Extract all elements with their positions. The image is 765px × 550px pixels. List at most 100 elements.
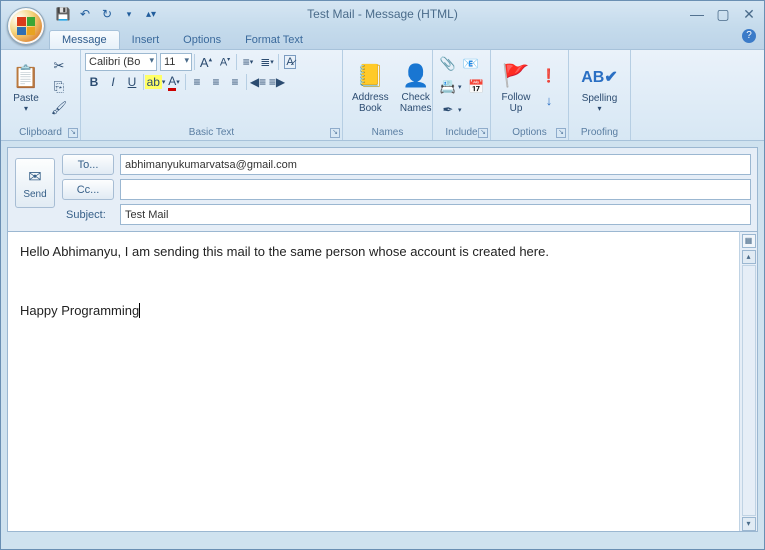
save-icon[interactable]: 💾 — [53, 4, 73, 24]
bullets-button[interactable]: ≡▾ — [239, 53, 257, 71]
outdent-icon: ◀≡ — [250, 75, 266, 89]
group-label-names: Names — [347, 127, 428, 139]
to-field[interactable] — [120, 154, 751, 175]
close-button[interactable]: ✕ — [740, 6, 758, 23]
cc-button[interactable]: Cc... — [62, 179, 114, 200]
body-line: Hello Abhimanyu, I am sending this mail … — [20, 242, 727, 262]
message-header: ✉ Send To... Cc... Subject: — [8, 148, 757, 231]
bold-button[interactable]: B — [85, 73, 103, 91]
signature-icon: ✒ — [440, 102, 456, 118]
office-button[interactable] — [7, 7, 45, 45]
clipboard-icon: 📋 — [10, 61, 42, 93]
cc-field[interactable] — [120, 179, 751, 200]
title-bar: 💾 ↶ ↻ ▾ ▴▾ Test Mail - Message (HTML) — … — [1, 1, 764, 27]
align-center-button[interactable]: ≡ — [207, 73, 225, 91]
font-name-combo[interactable]: Calibri (Bo — [85, 53, 157, 71]
clear-formatting-button[interactable]: A̷ — [281, 53, 299, 71]
business-card-button[interactable]: 📇▾ — [437, 77, 465, 97]
envelope-icon: ✉ — [28, 167, 41, 187]
group-label-proofing: Proofing — [573, 127, 626, 139]
calendar-button[interactable]: 📅 — [466, 77, 488, 97]
check-names-label: Check Names — [400, 92, 432, 114]
include-dialog-launcher[interactable]: ↘ — [478, 128, 488, 138]
ribbon: 📋 Paste ▾ ✂ ⎘ 🖌 Clipboard ↘ Calibri (Bo … — [1, 49, 764, 141]
signature-button[interactable]: ✒▾ — [437, 100, 465, 120]
scroll-down-button[interactable]: ▾ — [742, 517, 756, 531]
attach-item-button[interactable]: 📧 — [460, 54, 482, 74]
chevron-down-icon: ▾ — [597, 104, 601, 113]
highlight-button[interactable]: ab▾ — [146, 73, 164, 91]
message-body[interactable]: Hello Abhimanyu, I am sending this mail … — [8, 231, 739, 531]
card-icon: 📇 — [440, 79, 456, 95]
group-label-options: Options — [495, 127, 564, 139]
low-importance-button[interactable]: ↓ — [538, 90, 560, 110]
follow-up-button[interactable]: 🚩 Follow Up — [495, 57, 537, 117]
send-button[interactable]: ✉ Send — [15, 158, 55, 208]
tab-message[interactable]: Message — [49, 30, 120, 49]
numbering-button[interactable]: ≣▾ — [258, 53, 276, 71]
window-controls: — ▢ ✕ — [688, 6, 758, 23]
redo-icon[interactable]: ↻ — [97, 4, 117, 24]
grow-font-icon: A▴ — [200, 55, 212, 70]
vertical-scrollbar[interactable]: ▦ ▴ ▾ — [739, 231, 757, 531]
group-label-basic-text: Basic Text — [85, 127, 338, 139]
attach-item-icon: 📧 — [463, 56, 479, 72]
high-importance-icon: ❗ — [541, 68, 557, 84]
shrink-font-button[interactable]: A▾ — [216, 53, 234, 71]
body-line: Happy Programming — [20, 303, 139, 318]
copy-button[interactable]: ⎘ — [48, 77, 70, 97]
group-names: 📒 Address Book 👤 Check Names Names — [343, 50, 433, 140]
maximize-button[interactable]: ▢ — [714, 6, 732, 23]
options-dialog-launcher[interactable]: ↘ — [556, 128, 566, 138]
tab-insert[interactable]: Insert — [120, 31, 172, 49]
copy-icon: ⎘ — [51, 79, 67, 95]
tab-options[interactable]: Options — [171, 31, 233, 49]
underline-button[interactable]: U — [123, 73, 141, 91]
cut-button[interactable]: ✂ — [48, 56, 70, 76]
italic-button[interactable]: I — [104, 73, 122, 91]
paste-button[interactable]: 📋 Paste ▾ — [5, 58, 47, 116]
group-basic-text: Calibri (Bo 11 A▴ A▾ ≡▾ ≣▾ A̷ B I U ab▾ … — [81, 50, 343, 140]
basic-text-dialog-launcher[interactable]: ↘ — [330, 128, 340, 138]
shrink-font-icon: A▾ — [220, 56, 230, 69]
clipboard-dialog-launcher[interactable]: ↘ — [68, 128, 78, 138]
font-color-button[interactable]: A▾ — [165, 73, 183, 91]
address-book-label: Address Book — [352, 92, 389, 114]
message-area: ✉ Send To... Cc... Subject: Hello Abhima… — [7, 147, 758, 532]
tab-format-text[interactable]: Format Text — [233, 31, 315, 49]
underline-icon: U — [128, 75, 137, 89]
scissors-icon: ✂ — [51, 58, 67, 74]
format-painter-button[interactable]: 🖌 — [48, 98, 70, 118]
minimize-button[interactable]: — — [688, 6, 706, 22]
help-icon[interactable]: ? — [742, 29, 756, 43]
grow-font-button[interactable]: A▴ — [197, 53, 215, 71]
high-importance-button[interactable]: ❗ — [538, 66, 560, 86]
send-label: Send — [23, 189, 46, 200]
increase-indent-button[interactable]: ≡▶ — [268, 73, 286, 91]
next-prev-icon[interactable]: ▴▾ — [141, 4, 161, 24]
address-book-button[interactable]: 📒 Address Book — [347, 57, 394, 117]
to-button[interactable]: To... — [62, 154, 114, 175]
ruler-toggle[interactable]: ▦ — [742, 234, 756, 248]
check-names-icon: 👤 — [400, 60, 432, 92]
font-size-combo[interactable]: 11 — [160, 53, 192, 71]
attach-file-button[interactable]: 📎 — [437, 54, 459, 74]
window-title: Test Mail - Message (HTML) — [307, 7, 458, 21]
group-include: 📎 📧 📇▾ 📅 ✒▾ Include ↘ — [433, 50, 491, 140]
align-left-button[interactable]: ≡ — [188, 73, 206, 91]
qat-dropdown-icon[interactable]: ▾ — [119, 4, 139, 24]
group-options: 🚩 Follow Up ❗ ↓ Options ↘ — [491, 50, 569, 140]
spelling-button[interactable]: AB✔ Spelling ▾ — [577, 58, 623, 116]
eraser-icon: A̷ — [284, 55, 295, 69]
undo-icon[interactable]: ↶ — [75, 4, 95, 24]
paste-label: Paste — [13, 93, 39, 104]
align-left-icon: ≡ — [193, 75, 200, 89]
bullets-icon: ≡ — [243, 55, 250, 69]
flag-icon: 🚩 — [500, 60, 532, 92]
subject-field[interactable] — [120, 204, 751, 225]
check-names-button[interactable]: 👤 Check Names — [395, 57, 437, 117]
scroll-track[interactable] — [742, 265, 756, 516]
decrease-indent-button[interactable]: ◀≡ — [249, 73, 267, 91]
align-right-button[interactable]: ≡ — [226, 73, 244, 91]
scroll-up-button[interactable]: ▴ — [742, 250, 756, 264]
